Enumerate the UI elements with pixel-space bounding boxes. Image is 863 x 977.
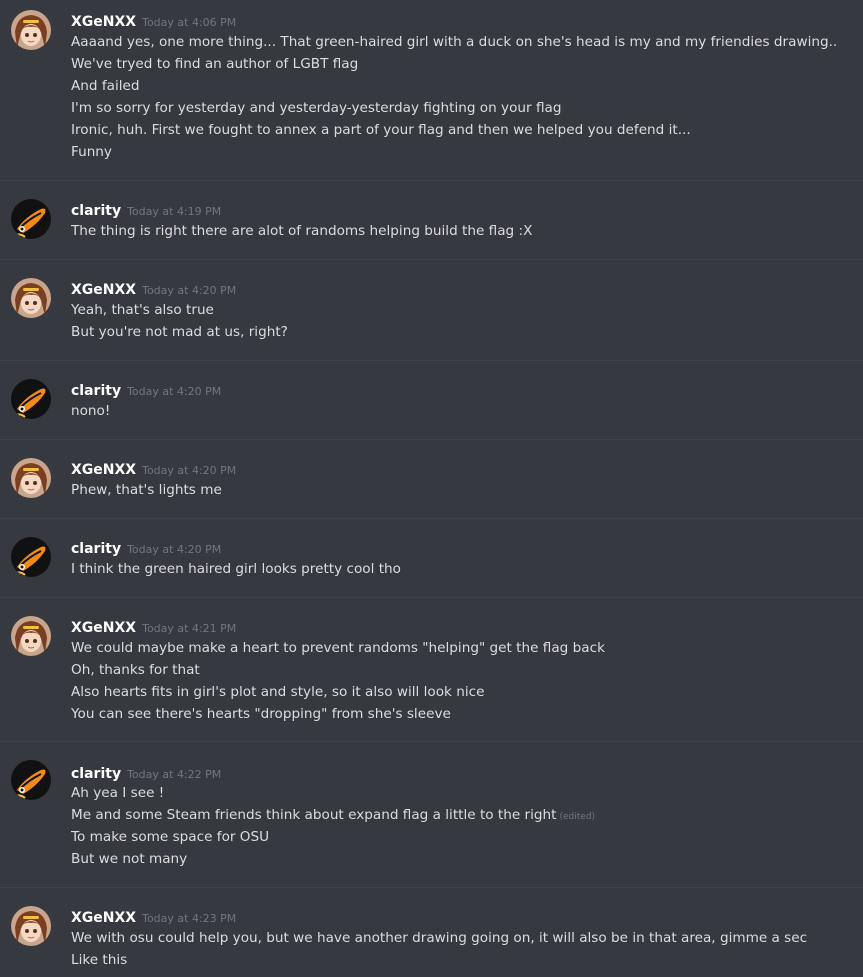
username[interactable]: XGeNXX [71, 282, 136, 298]
timestamp: Today at 4:20 PM [142, 284, 237, 297]
message-text-content: Me and some Steam friends think about ex… [71, 807, 557, 823]
message-header: clarity Today at 4:19 PM [71, 200, 221, 219]
message-list: XGeNXX Today at 4:06 PM Aaaand yes, one m… [0, 0, 863, 977]
message-text: Oh, thanks for that [71, 662, 200, 678]
message-text: Phew, that's lights me [71, 482, 222, 498]
message-text: Yeah, that's also true [71, 302, 214, 318]
message-group: clarity Today at 4:22 PM Ah yea I see ! M… [0, 741, 863, 888]
username[interactable]: XGeNXX [71, 620, 136, 636]
toucan-avatar-icon[interactable] [11, 537, 51, 577]
message-text: Like this [71, 952, 128, 968]
timestamp: Today at 4:06 PM [142, 16, 237, 29]
message-text: To make some space for OSU [71, 829, 270, 845]
message-text: Me and some Steam friends think about ex… [71, 806, 595, 826]
timestamp: Today at 4:21 PM [142, 622, 237, 635]
message-text: Aaaand yes, one more thing... That green… [71, 34, 838, 50]
message-text: I think the green haired girl looks pret… [71, 561, 401, 577]
message-text: We could maybe make a heart to prevent r… [71, 640, 605, 656]
message-group: clarity Today at 4:20 PM I think the gree… [0, 518, 863, 598]
anime-girl-avatar-icon[interactable] [11, 906, 51, 946]
message-text: The thing is right there are alot of ran… [71, 223, 533, 239]
anime-girl-avatar-icon[interactable] [11, 458, 51, 498]
message-group: XGeNXX Today at 4:06 PM Aaaand yes, one m… [0, 0, 863, 181]
timestamp: Today at 4:22 PM [127, 768, 222, 781]
message-header: XGeNXX Today at 4:21 PM [71, 617, 236, 636]
username[interactable]: XGeNXX [71, 14, 136, 30]
username[interactable]: clarity [71, 203, 121, 219]
message-text: Also hearts fits in girl's plot and styl… [71, 684, 485, 700]
message-header: XGeNXX Today at 4:06 PM [71, 11, 236, 30]
message-text: We with osu could help you, but we have … [71, 930, 808, 946]
toucan-avatar-icon[interactable] [11, 379, 51, 419]
message-group: clarity Today at 4:19 PM The thing is rig… [0, 180, 863, 260]
username[interactable]: clarity [71, 541, 121, 557]
username[interactable]: XGeNXX [71, 910, 136, 926]
timestamp: Today at 4:20 PM [127, 543, 222, 556]
timestamp: Today at 4:20 PM [142, 464, 237, 477]
timestamp: Today at 4:19 PM [127, 205, 222, 218]
message-group: clarity Today at 4:20 PM nono! [0, 360, 863, 440]
username[interactable]: clarity [71, 766, 121, 782]
message-group: XGeNXX Today at 4:21 PM We could maybe ma… [0, 597, 863, 742]
message-text: I'm so sorry for yesterday and yesterday… [71, 100, 562, 116]
timestamp: Today at 4:23 PM [142, 912, 237, 925]
message-header: XGeNXX Today at 4:23 PM [71, 907, 236, 926]
anime-girl-avatar-icon[interactable] [11, 10, 51, 50]
message-header: clarity Today at 4:22 PM [71, 763, 221, 782]
message-text: You can see there's hearts "dropping" fr… [71, 706, 451, 722]
message-group: XGeNXX Today at 4:20 PM Yeah, that's also… [0, 259, 863, 361]
timestamp: Today at 4:20 PM [127, 385, 222, 398]
message-header: XGeNXX Today at 4:20 PM [71, 279, 236, 298]
message-text: But you're not mad at us, right? [71, 324, 288, 340]
message-text: nono! [71, 403, 111, 419]
message-group: XGeNXX Today at 4:20 PM Phew, that's ligh… [0, 439, 863, 519]
username[interactable]: XGeNXX [71, 462, 136, 478]
message-text: Ironic, huh. First we fought to annex a … [71, 122, 691, 138]
message-header: clarity Today at 4:20 PM [71, 538, 221, 557]
message-text: Ah yea I see ! [71, 785, 165, 801]
message-text: Funny [71, 144, 112, 160]
message-text: But we not many [71, 851, 188, 867]
message-header: clarity Today at 4:20 PM [71, 380, 221, 399]
username[interactable]: clarity [71, 383, 121, 399]
message-text: We've tryed to find an author of LGBT fl… [71, 56, 359, 72]
anime-girl-avatar-icon[interactable] [11, 278, 51, 318]
toucan-avatar-icon[interactable] [11, 760, 51, 800]
message-text: And failed [71, 78, 140, 94]
message-group: XGeNXX Today at 4:23 PM We with osu could… [0, 887, 863, 977]
anime-girl-avatar-icon[interactable] [11, 616, 51, 656]
message-header: XGeNXX Today at 4:20 PM [71, 459, 236, 478]
edited-label: (edited) [559, 812, 596, 822]
toucan-avatar-icon[interactable] [11, 199, 51, 239]
